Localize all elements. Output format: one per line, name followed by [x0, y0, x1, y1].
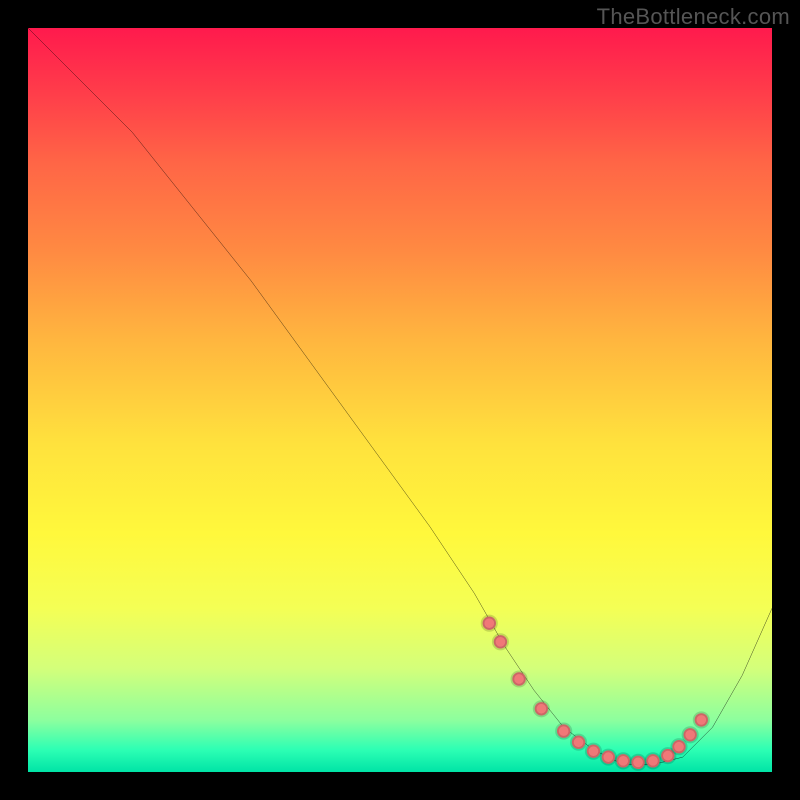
marker-dot: [535, 702, 548, 715]
marker-dots-group: [483, 617, 708, 770]
chart-frame: TheBottleneck.com: [0, 0, 800, 800]
marker-dot: [695, 713, 708, 726]
marker-dot: [557, 724, 570, 737]
marker-dot: [587, 744, 600, 757]
marker-dot: [572, 736, 585, 749]
marker-dot: [617, 754, 630, 767]
series-curve: [28, 28, 772, 765]
curve-svg: [28, 28, 772, 772]
marker-dot: [646, 754, 659, 767]
plot-area: [28, 28, 772, 772]
marker-dot: [494, 635, 507, 648]
marker-dot: [683, 728, 696, 741]
marker-dot: [631, 756, 644, 769]
marker-dot: [602, 750, 615, 763]
marker-dot: [672, 740, 685, 753]
marker-dot: [512, 672, 525, 685]
watermark-text: TheBottleneck.com: [597, 4, 790, 30]
marker-dot: [483, 617, 496, 630]
